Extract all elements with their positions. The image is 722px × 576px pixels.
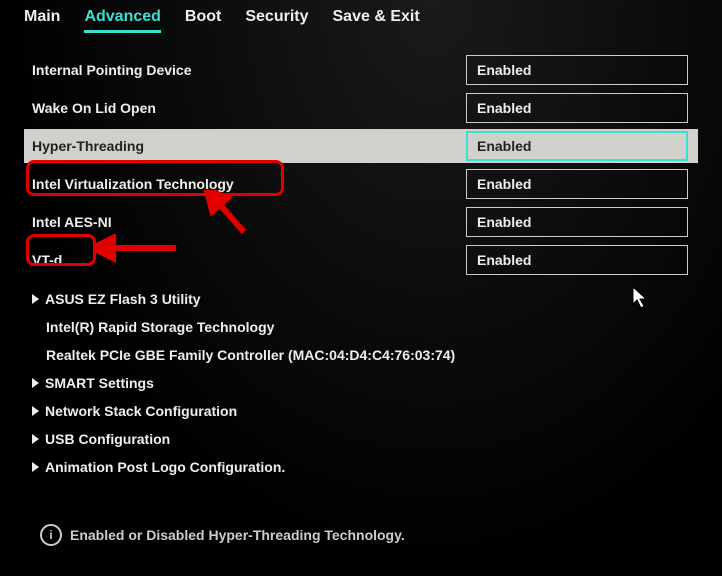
value-vt-d[interactable]: Enabled	[466, 245, 688, 275]
value-hyper-threading[interactable]: Enabled	[466, 131, 688, 161]
label-hyper-threading: Hyper-Threading	[24, 138, 466, 154]
chevron-right-icon	[32, 434, 39, 444]
tab-security[interactable]: Security	[245, 8, 308, 33]
submenu-label: ASUS EZ Flash 3 Utility	[45, 291, 201, 307]
value-aes-ni[interactable]: Enabled	[466, 207, 688, 237]
chevron-right-icon	[32, 294, 39, 304]
submenu-network-stack[interactable]: Network Stack Configuration	[24, 397, 698, 425]
row-wake-on-lid[interactable]: Wake On Lid Open Enabled	[24, 91, 698, 125]
submenu-label: Realtek PCIe GBE Family Controller (MAC:…	[46, 347, 455, 363]
chevron-right-icon	[32, 406, 39, 416]
submenu-realtek[interactable]: Realtek PCIe GBE Family Controller (MAC:…	[24, 341, 698, 369]
label-internal-pointing: Internal Pointing Device	[24, 62, 466, 78]
tab-boot[interactable]: Boot	[185, 8, 221, 33]
help-bar: i Enabled or Disabled Hyper-Threading Te…	[40, 524, 405, 546]
advanced-panel: Internal Pointing Device Enabled Wake On…	[0, 41, 722, 493]
tab-bar: Main Advanced Boot Security Save & Exit	[0, 0, 722, 41]
label-intel-vt: Intel Virtualization Technology	[24, 176, 466, 192]
submenu-rst[interactable]: Intel(R) Rapid Storage Technology	[24, 313, 698, 341]
value-intel-vt[interactable]: Enabled	[466, 169, 688, 199]
submenu-label: SMART Settings	[45, 375, 154, 391]
tab-advanced[interactable]: Advanced	[84, 8, 160, 33]
submenu-label: Intel(R) Rapid Storage Technology	[46, 319, 274, 335]
tab-save-exit[interactable]: Save & Exit	[333, 8, 420, 33]
row-hyper-threading[interactable]: Hyper-Threading Enabled	[24, 129, 698, 163]
submenu-label: Animation Post Logo Configuration.	[45, 459, 285, 475]
submenu-smart[interactable]: SMART Settings	[24, 369, 698, 397]
label-vt-d: VT-d	[24, 252, 466, 268]
submenu-label: USB Configuration	[45, 431, 170, 447]
label-wake-on-lid: Wake On Lid Open	[24, 100, 466, 116]
help-text: Enabled or Disabled Hyper-Threading Tech…	[70, 527, 405, 543]
info-icon: i	[40, 524, 62, 546]
row-internal-pointing[interactable]: Internal Pointing Device Enabled	[24, 53, 698, 87]
tab-main[interactable]: Main	[24, 8, 60, 33]
row-vt-d[interactable]: VT-d Enabled	[24, 243, 698, 277]
value-wake-on-lid[interactable]: Enabled	[466, 93, 688, 123]
chevron-right-icon	[32, 378, 39, 388]
chevron-right-icon	[32, 462, 39, 472]
submenu-label: Network Stack Configuration	[45, 403, 237, 419]
submenu-usb[interactable]: USB Configuration	[24, 425, 698, 453]
submenu-ez-flash[interactable]: ASUS EZ Flash 3 Utility	[24, 285, 698, 313]
submenu-animation-logo[interactable]: Animation Post Logo Configuration.	[24, 453, 698, 481]
label-aes-ni: Intel AES-NI	[24, 214, 466, 230]
row-aes-ni[interactable]: Intel AES-NI Enabled	[24, 205, 698, 239]
value-internal-pointing[interactable]: Enabled	[466, 55, 688, 85]
row-intel-vt[interactable]: Intel Virtualization Technology Enabled	[24, 167, 698, 201]
